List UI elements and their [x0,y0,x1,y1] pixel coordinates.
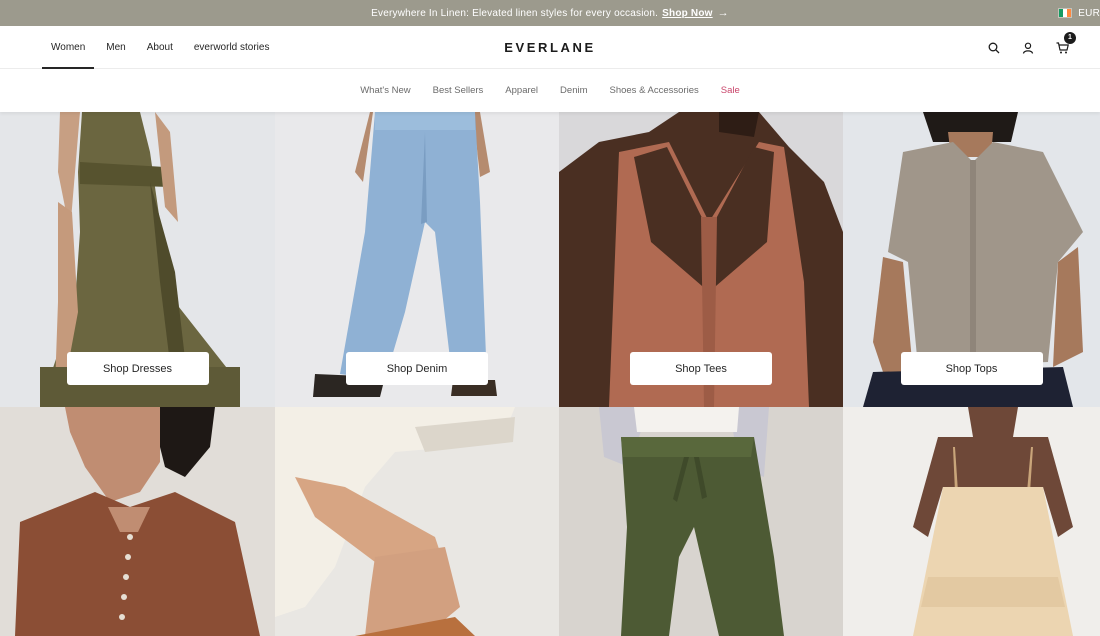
primary-nav: Women Men About everworld stories [42,26,281,69]
header-icons: 1 [986,26,1076,69]
cream-trousers-image [275,407,559,636]
cart-count-badge: 1 [1064,31,1076,44]
shop-tees-button[interactable]: Shop Tees [630,352,772,385]
nav-about[interactable]: About [138,26,182,69]
category-apparel[interactable]: Apparel [505,85,538,96]
nav-women[interactable]: Women [42,26,95,69]
locale-selector[interactable]: EUR [1058,0,1100,26]
category-whats-new[interactable]: What's New [360,85,410,96]
account-icon[interactable] [1020,40,1036,56]
brown-knit-image [0,407,275,636]
category-sale[interactable]: Sale [721,85,740,96]
category-denim[interactable]: Denim [560,85,587,96]
shop-now-link[interactable]: Shop Now [662,8,712,19]
shop-tops-button[interactable]: Shop Tops [900,352,1043,385]
tile-green-pants[interactable] [559,407,843,636]
shop-denim-button[interactable]: Shop Denim [346,352,488,385]
announcement-bar: Everywhere In Linen: Elevated linen styl… [0,0,1100,26]
everlane-logo[interactable]: EVERLANE [504,26,596,69]
main-header: Women Men About everworld stories EVERLA… [0,26,1100,69]
tile-brown-knit[interactable] [0,407,275,636]
nav-men[interactable]: Men [97,26,134,69]
tile-tops[interactable]: Shop Tops [843,112,1100,407]
green-pants-image [559,407,843,636]
tile-tees[interactable]: Shop Tees [559,112,843,407]
category-nav: What's New Best Sellers Apparel Denim Sh… [0,69,1100,112]
cream-sundress-image [843,407,1100,636]
category-best-sellers[interactable]: Best Sellers [433,85,484,96]
ireland-flag-icon [1058,8,1073,18]
currency-label: EUR [1078,7,1100,19]
tile-cream-sundress[interactable] [843,407,1100,636]
nav-everworld-stories[interactable]: everworld stories [185,26,279,69]
shop-dresses-button[interactable]: Shop Dresses [66,352,209,385]
category-shoes-accessories[interactable]: Shoes & Accessories [610,85,699,96]
tile-cream-trousers[interactable] [275,407,559,636]
cart-icon[interactable]: 1 [1054,31,1076,56]
search-icon[interactable] [986,40,1002,56]
category-grid: Shop Dresses Shop Denim Shop Tees Shop T… [0,112,1100,636]
announcement-text: Everywhere In Linen: Elevated linen styl… [371,7,659,19]
arrow-right-icon[interactable]: → [718,7,729,19]
tile-dresses[interactable]: Shop Dresses [0,112,275,407]
tile-denim[interactable]: Shop Denim [275,112,559,407]
